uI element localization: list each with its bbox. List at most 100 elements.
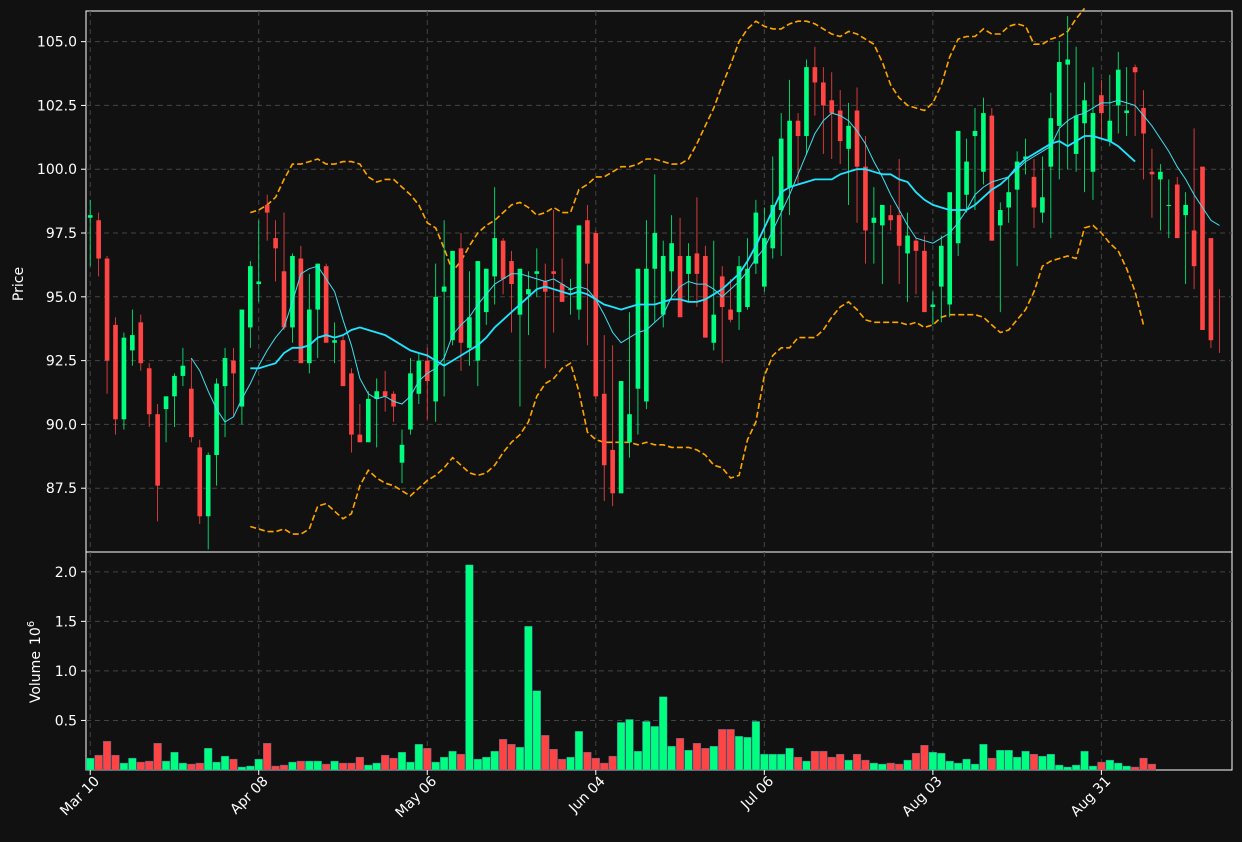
volume-bar [903,759,912,771]
candle-body [146,368,152,415]
volume-bar [777,753,786,771]
volume-bar [178,762,187,771]
volume-bar [229,758,238,771]
candle-body [719,276,725,308]
candle-body [846,125,851,149]
volume-bar [827,756,836,771]
volume-bar [423,748,432,771]
candle-body [635,268,641,389]
volume-bar [330,760,339,771]
volume-bar [86,757,95,771]
volume-bar [1080,750,1089,771]
price-tick-label: 97.5 [46,226,77,242]
volume-bar [1105,759,1114,771]
volume-bar [844,759,853,771]
candle-body [778,138,784,211]
candle-body [180,365,186,376]
volume-bar [465,564,474,771]
candle-body [627,414,632,443]
price-axis-label: Price [11,267,27,301]
candle-body [686,255,691,274]
volume-bar [220,755,230,771]
candle-body [517,268,523,315]
volume-bar [684,749,693,771]
candle-body [1031,176,1037,208]
volume-bar [1114,762,1123,771]
volume-bar [726,729,735,771]
candle-body [500,240,506,279]
volume-bar [381,754,390,771]
volume-bar [1122,765,1131,771]
candle-body [618,381,624,494]
price-tick-label: 92.5 [46,354,77,370]
candle-body [1056,62,1062,126]
volume-bar [600,762,609,771]
volume-bar [254,758,263,771]
candle-body [382,391,388,397]
volume-tick-label: 1.5 [55,614,77,630]
volume-bar [322,763,331,771]
volume-bar [170,751,179,771]
volume-bar [692,743,701,771]
volume-bar [1072,764,1081,771]
volume-bar [566,756,575,771]
volume-bar [675,738,685,771]
volume-bar [397,751,407,771]
candle-body [1065,59,1071,65]
candle-body [669,243,674,272]
volume-bar [886,762,895,771]
candle-body [660,255,666,315]
candle-body [1006,192,1012,208]
candle-body [121,337,127,420]
volume-bar [1046,753,1055,771]
candle-body [340,340,346,387]
candle-body [964,161,969,195]
candle-body [703,255,708,338]
volume-bar [161,760,171,771]
candle-body [576,225,582,310]
volume-bar [448,750,457,771]
price-tick-label: 102.5 [37,98,77,114]
volume-bar [836,753,845,771]
volume-bar [347,762,356,771]
candle-body [711,314,717,343]
volume-bar [625,719,634,771]
candle-body [87,215,93,218]
volume-bar [128,757,137,771]
volume-bar [313,760,322,771]
candle-body [163,396,169,410]
candle-body [189,388,194,438]
volume-bar [515,747,525,771]
volume-bar [305,760,314,771]
candle-body [1208,238,1214,341]
volume-bar [1038,755,1047,771]
volume-bar [549,748,558,771]
candle-body [306,309,312,364]
volume-bar [785,748,794,771]
volume-bar [94,754,103,771]
candle-body [930,304,936,308]
candle-body [315,263,321,310]
volume-bar [819,750,828,771]
candle-body [416,360,422,394]
candle-body [879,204,885,226]
candle-body [804,67,809,137]
volume-bar [119,762,128,771]
candle-body [1183,204,1188,216]
candle-body [450,250,455,341]
candle-body [1191,230,1197,267]
volume-bar [878,763,887,771]
volume-bar [524,626,533,771]
candle-body [399,444,405,463]
volume-bar [414,744,423,771]
volume-bar [204,748,213,771]
candle-body [989,115,995,241]
candle-body [247,266,253,328]
volume-bar [507,744,516,771]
volume-bar [187,763,196,771]
volume-bar [490,750,499,771]
volume-axis-label: Volume 106 [26,621,44,703]
volume-tick-label: 0.5 [55,713,77,729]
candle-body [1040,197,1045,213]
volume-tick-label: 2.0 [55,565,77,581]
